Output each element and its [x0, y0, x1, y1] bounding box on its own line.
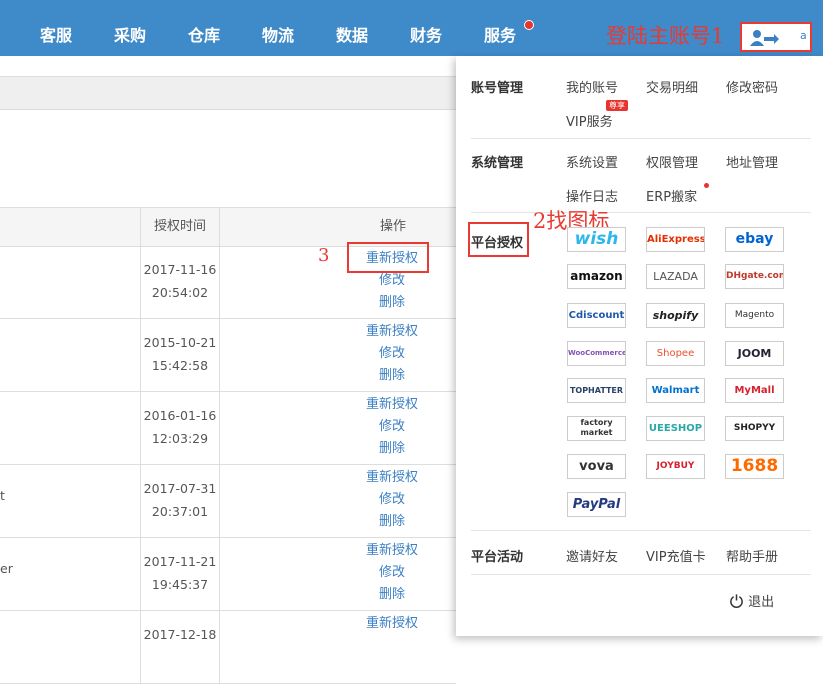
reauthorize-link[interactable]: 重新授权 [340, 613, 444, 635]
logo-1688[interactable]: 1688 [725, 454, 784, 479]
menu-my-account[interactable]: 我的账号 [566, 77, 618, 96]
user-name: a [800, 29, 807, 42]
account-name: t [0, 488, 5, 503]
nav-data[interactable]: 数据 [336, 0, 368, 56]
power-icon [729, 593, 744, 612]
delete-link[interactable]: 删除 [340, 365, 444, 387]
logo-ebay[interactable]: ebay [725, 227, 784, 252]
highlight-platform-auth [468, 222, 529, 257]
menu-change-password[interactable]: 修改密码 [726, 77, 778, 96]
logout-button[interactable]: 退出 [729, 591, 774, 612]
logo-ueeshop[interactable]: UEESHOP [646, 416, 705, 441]
auth-time: 2017-11-16 20:54:02 [143, 262, 217, 300]
nav-purchase[interactable]: 采购 [114, 0, 146, 56]
notification-dot [524, 20, 534, 30]
menu-permissions[interactable]: 权限管理 [646, 152, 698, 171]
divider [471, 574, 811, 575]
menu-system-settings[interactable]: 系统设置 [566, 152, 618, 171]
erp-dot [704, 183, 709, 188]
reauthorize-link[interactable]: 重新授权 [340, 394, 444, 416]
menu-transactions[interactable]: 交易明细 [646, 77, 698, 96]
menu-vip-service[interactable]: VIP服务 [566, 111, 613, 130]
logo-mymall[interactable]: MyMall [725, 378, 784, 403]
logo-wish[interactable]: wish [567, 227, 626, 252]
menu-address[interactable]: 地址管理 [726, 152, 778, 171]
menu-help-manual[interactable]: 帮助手册 [726, 546, 778, 565]
nav-warehouse[interactable]: 仓库 [188, 0, 220, 56]
nav-finance[interactable]: 财务 [410, 0, 442, 56]
divider [471, 212, 811, 213]
logo-woocommerce[interactable]: WooCommerce [567, 341, 626, 366]
table-row: 2017-12-18 重新授权 [0, 611, 456, 684]
divider [471, 138, 811, 139]
auth-time: 2017-07-31 20:37:01 [143, 481, 217, 519]
column-auth-time: 授权时间 [154, 219, 207, 234]
menu-erp-migration[interactable]: ERP搬家 [646, 186, 697, 205]
menu-invite-friends[interactable]: 邀请好友 [566, 546, 618, 565]
reauthorize-link[interactable]: 重新授权 [340, 540, 444, 562]
table-header: 授权时间 操作 [0, 207, 456, 247]
section-system-title: 系统管理 [471, 156, 524, 171]
filter-bar [0, 76, 456, 110]
logo-paypal[interactable]: PayPal [567, 492, 626, 517]
user-account-button[interactable]: a [740, 22, 812, 52]
auth-time: 2015-10-21 15:42:58 [143, 335, 217, 373]
annotation-step3: 3 [318, 245, 330, 266]
column-operations: 操作 [380, 219, 407, 234]
delete-link[interactable]: 删除 [340, 438, 444, 460]
logo-shopee[interactable]: Shopee [646, 341, 705, 366]
logo-factory-market[interactable]: factory market [567, 416, 626, 441]
reauthorize-link[interactable]: 重新授权 [340, 467, 444, 489]
logo-walmart[interactable]: Walmart [646, 378, 705, 403]
nav-customer-service[interactable]: 客服 [40, 0, 72, 56]
logo-lazada[interactable]: LAZADA [646, 264, 705, 289]
auth-time: 2016-01-16 12:03:29 [143, 408, 217, 446]
highlight-reauthorize [347, 242, 429, 273]
logo-shopify[interactable]: shopify [646, 303, 705, 328]
table-row: t 2017-07-31 20:37:01 重新授权 修改 删除 [0, 465, 456, 538]
nav-logistics[interactable]: 物流 [262, 0, 294, 56]
logo-shopyy[interactable]: SHOPYY [725, 416, 784, 441]
user-icon [748, 29, 782, 51]
logo-joybuy[interactable]: JOYBUY [646, 454, 705, 479]
delete-link[interactable]: 删除 [340, 292, 444, 314]
edit-link[interactable]: 修改 [340, 562, 444, 584]
logo-vova[interactable]: vova [567, 454, 626, 479]
logo-dhgate[interactable]: DHgate.com [725, 264, 784, 289]
nav-service[interactable]: 服务 [484, 0, 516, 56]
logout-label: 退出 [748, 595, 775, 610]
table-row: 2015-10-21 15:42:58 重新授权 修改 删除 [0, 319, 456, 392]
table-row: 2016-01-16 12:03:29 重新授权 修改 删除 [0, 392, 456, 465]
logo-amazon[interactable]: amazon [567, 264, 626, 289]
logo-joom[interactable]: JOOM [725, 341, 784, 366]
account-name: er [0, 561, 13, 576]
logo-cdiscount[interactable]: Cdiscount [567, 303, 626, 328]
edit-link[interactable]: 修改 [340, 343, 444, 365]
annotation-step1: 登陆主账号1 [606, 24, 725, 48]
section-activity-title: 平台活动 [471, 550, 524, 565]
table-row: er 2017-11-21 19:45:37 重新授权 修改 删除 [0, 538, 456, 611]
section-account-title: 账号管理 [471, 81, 524, 96]
delete-link[interactable]: 删除 [340, 584, 444, 606]
logo-tophatter[interactable]: TOPHATTER [567, 378, 626, 403]
edit-link[interactable]: 修改 [340, 270, 444, 292]
vip-badge: 尊享 [606, 100, 628, 111]
reauthorize-link[interactable]: 重新授权 [340, 321, 444, 343]
logo-aliexpress[interactable]: AliExpress [646, 227, 705, 252]
logo-magento[interactable]: Magento [725, 303, 784, 328]
divider [471, 530, 811, 531]
menu-vip-recharge[interactable]: VIP充值卡 [646, 546, 706, 565]
auth-time: 2017-12-18 [143, 627, 217, 642]
edit-link[interactable]: 修改 [340, 416, 444, 438]
menu-operation-log[interactable]: 操作日志 [566, 186, 618, 205]
delete-link[interactable]: 删除 [340, 511, 444, 533]
edit-link[interactable]: 修改 [340, 489, 444, 511]
auth-time: 2017-11-21 19:45:37 [143, 554, 217, 592]
